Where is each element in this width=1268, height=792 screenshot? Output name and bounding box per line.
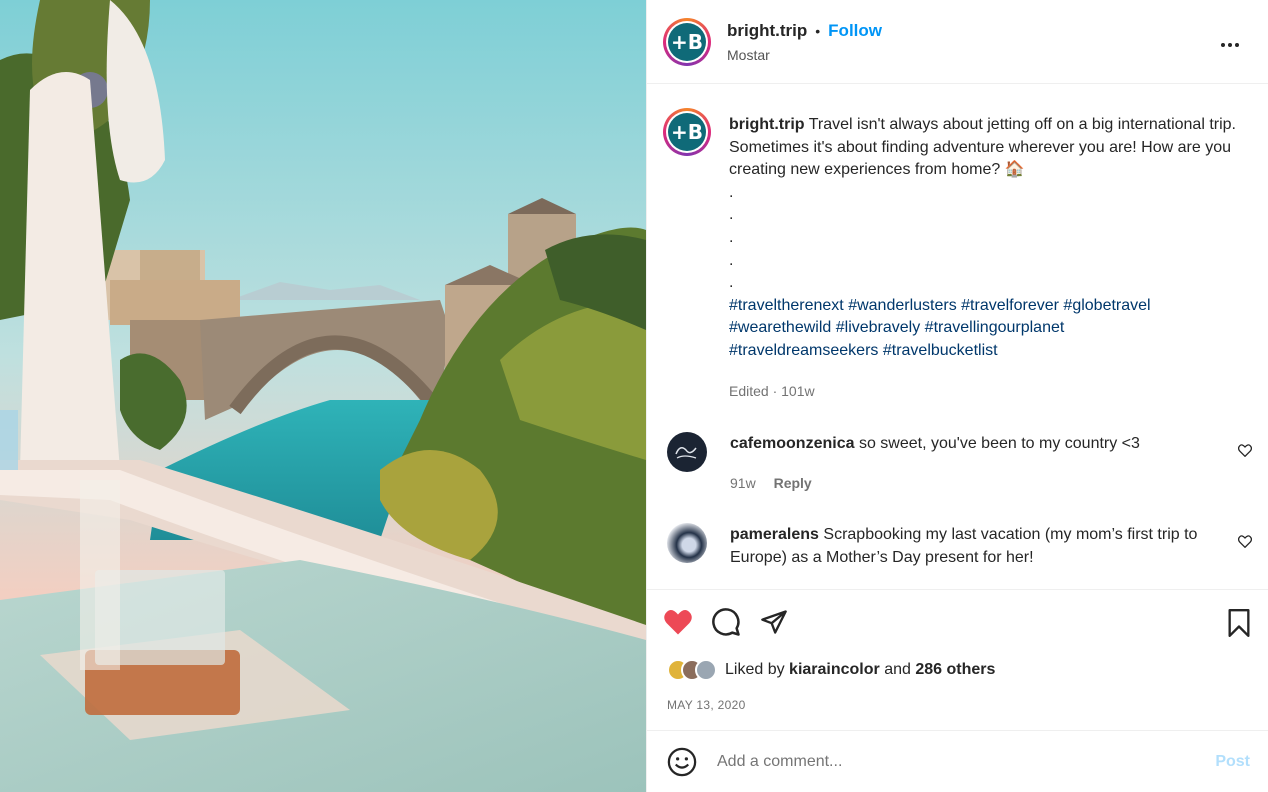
hashtag-link[interactable]: #globetravel <box>1063 297 1150 314</box>
hashtag-link[interactable]: #traveltherenext <box>729 297 844 314</box>
comment-item: cafemoonzenica so sweet, you've been to … <box>663 432 1253 495</box>
commenter-avatar[interactable] <box>667 523 707 564</box>
post-date: MAY 13, 2020 <box>667 698 746 712</box>
follow-button[interactable]: Follow <box>828 21 882 41</box>
hashtag-link[interactable]: #livebravely <box>836 319 920 336</box>
comment-item: pameralens Scrapbooking my last vacation… <box>663 523 1253 569</box>
hashtag-link[interactable]: #wanderlusters <box>848 297 957 314</box>
hashtag-link[interactable]: #wearethewild <box>729 319 831 336</box>
separator-dot: • <box>815 22 821 39</box>
reply-button[interactable]: Reply <box>774 475 812 491</box>
liker-avatar[interactable] <box>695 659 717 681</box>
comment-username[interactable]: cafemoonzenica <box>730 435 854 452</box>
post-location[interactable]: Mostar <box>727 47 882 63</box>
post-detail-panel: +B bright.trip • Follow Mostar +B bright… <box>646 0 1268 792</box>
hashtag-link[interactable]: #travelbucketlist <box>883 342 998 359</box>
emoji-icon[interactable] <box>667 747 697 777</box>
hashtag-link[interactable]: #traveldreamseekers <box>729 342 878 359</box>
more-icon[interactable] <box>1220 28 1240 54</box>
hashtags: #traveltherenext #wanderlusters #travelf… <box>729 295 1252 363</box>
comment-like-heart-icon[interactable] <box>1237 444 1253 462</box>
post-header: +B bright.trip • Follow Mostar <box>647 0 1268 84</box>
comment-username[interactable]: pameralens <box>730 526 819 543</box>
caption-edited-timestamp: Edited · 101w <box>729 382 815 399</box>
comments-area[interactable]: +B bright.trip Travel isn't always about… <box>647 84 1268 590</box>
add-comment-bar: Post <box>647 730 1268 792</box>
likes-count-link[interactable]: 286 others <box>915 661 995 678</box>
caption: +B bright.trip Travel isn't always about… <box>663 100 1252 402</box>
caption-dots: . . . . . <box>729 183 734 292</box>
caption-username[interactable]: bright.trip <box>729 116 805 133</box>
liked-by-label: Liked by <box>725 661 785 678</box>
author-username[interactable]: bright.trip <box>727 21 807 41</box>
likes-summary: Liked by kiaraincolor and 286 others <box>647 654 1268 686</box>
house-emoji: 🏠 <box>1004 161 1025 179</box>
mostar-bridge-photo <box>0 0 646 792</box>
comment-like-heart-icon[interactable] <box>1237 535 1253 553</box>
comment-age[interactable]: 91w <box>730 475 756 491</box>
comment-text: so sweet, you've been to my country <3 <box>858 435 1140 453</box>
caption-avatar[interactable]: +B <box>663 108 711 156</box>
bookmark-icon[interactable] <box>1226 609 1252 642</box>
comment-icon[interactable] <box>711 607 741 637</box>
commenter-avatar[interactable] <box>667 432 707 473</box>
post-image[interactable] <box>0 0 646 792</box>
avatar-logo: +B <box>668 22 706 61</box>
heart-icon[interactable] <box>663 608 693 636</box>
hashtag-link[interactable]: #travellingourplanet <box>925 319 1065 336</box>
comment-input[interactable] <box>717 752 1157 771</box>
caption-text: Travel isn't always about jetting off on… <box>729 116 1236 179</box>
action-bar <box>647 590 1268 654</box>
hashtag-link[interactable]: #travelforever <box>961 297 1059 314</box>
post-comment-button[interactable]: Post <box>1215 753 1250 771</box>
share-icon[interactable] <box>759 608 789 636</box>
author-avatar[interactable]: +B <box>663 17 711 66</box>
liker-username[interactable]: kiaraincolor <box>789 661 880 678</box>
